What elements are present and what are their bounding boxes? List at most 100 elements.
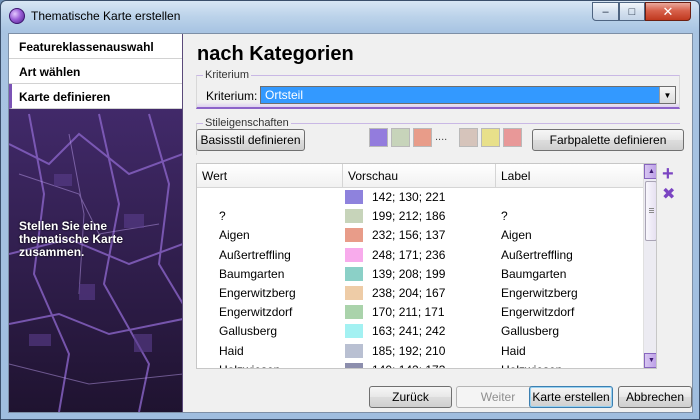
chevron-down-icon: ▼ [648,357,655,364]
cell-label: Haid [501,343,526,358]
table-row[interactable]: Engerwitzdorf 170; 211; 171 Engerwitzdorf [197,303,643,322]
color-preview-swatch[interactable] [345,209,363,224]
grip-line [649,210,654,211]
wizard-content: nach Kategorien Kriterium Kriterium: Ort… [184,34,692,412]
cell-wert: Aigen [219,228,250,243]
scroll-thumb[interactable] [645,181,656,241]
cell-wert: Engerwitzberg [219,285,296,300]
cell-vorschau-rgb: 199; 212; 186 [372,209,446,224]
cancel-button[interactable]: Abbrechen [618,386,692,408]
maximize-button[interactable]: □ [619,2,645,21]
kriterium-legend: Kriterium [203,69,252,81]
step-description: Stellen Sie eine thematische Karte zusam… [19,219,124,259]
table-row[interactable]: Engerwitzberg 238; 204; 167 Engerwitzberg [197,284,643,303]
step-art-waehlen[interactable]: Art wählen [9,59,182,84]
column-header-label[interactable]: Label [496,164,643,188]
cell-vorschau-rgb: 185; 192; 210 [372,343,446,358]
table-row[interactable]: Gallusberg 163; 241; 242 Gallusberg [197,322,643,341]
close-icon: ✕ [662,3,674,19]
color-preview-swatch[interactable] [345,228,363,243]
table-row[interactable]: ? 199; 212; 186? [197,207,643,226]
color-preview-swatch[interactable] [345,324,363,339]
cell-label: Engerwitzberg [501,285,578,300]
stileigenschaften-legend: Stileigenschaften [203,117,291,129]
color-preview-swatch[interactable] [345,343,363,358]
chevron-down-icon[interactable]: ▼ [659,87,675,103]
cell-wert: Haid [219,343,244,358]
dialog-client: Featureklassenauswahl Art wählen Karte d… [8,33,693,413]
cell-wert: Baumgarten [219,266,285,281]
step-karte-definieren[interactable]: Karte definieren [9,84,182,109]
palette-swatch [503,128,522,147]
minimize-button[interactable]: – [592,2,619,21]
kriterium-dropdown[interactable]: Ortsteil ▼ [260,86,676,104]
table-row[interactable]: Aigen 232; 156; 137 Aigen [197,226,643,245]
cell-vorschau-rgb: 238; 204; 167 [372,285,446,300]
cell-label: Aigen [501,228,532,243]
cell-wert: Gallusberg [219,324,278,339]
minimize-icon: – [602,5,609,18]
table-row[interactable]: Holzwiesen 140; 142; 173 Holzwiesen [197,361,643,368]
palette-swatch [459,128,478,147]
column-header-wert[interactable]: Wert [197,164,343,188]
category-table: Wert Vorschau Label 142; 130; 221? 199; 2… [196,163,657,369]
cell-label: Engerwitzdorf [501,305,575,320]
color-preview-swatch[interactable] [345,190,363,204]
kriterium-label: Kriterium: [206,89,258,103]
cell-vorschau-rgb: 163; 241; 242 [372,324,446,339]
cell-vorschau-rgb: 170; 211; 171 [372,305,445,320]
scroll-up-button[interactable]: ▲ [644,164,656,179]
cell-wert: Engerwitzdorf [219,305,293,320]
step-label: Featureklassenauswahl [19,40,154,54]
page-title: nach Kategorien [197,43,354,65]
basisstil-button[interactable]: Basisstil definieren [196,129,305,151]
color-preview-swatch[interactable] [345,247,363,262]
title-bar[interactable]: Thematische Karte erstellen – □ ✕ [1,1,699,31]
cell-vorschau-rgb: 232; 156; 137 [372,228,446,243]
farbpalette-button[interactable]: Farbpalette definieren [532,129,684,151]
window-title: Thematische Karte erstellen [31,9,181,23]
vertical-scrollbar[interactable]: ▲ ▼ [643,164,656,368]
chevron-up-icon: ▲ [648,168,655,175]
remove-icon[interactable]: ✖ [662,186,675,204]
color-preview-swatch[interactable] [345,362,363,368]
kriterium-selected-value: Ortsteil [265,88,304,102]
table-row[interactable]: 142; 130; 221 [197,188,643,207]
cell-vorschau-rgb: 248; 171; 236 [372,247,446,262]
table-body: 142; 130; 221? 199; 212; 186? Aigen 232; 15… [197,188,643,368]
grip-line [649,208,654,209]
create-map-button[interactable]: Karte erstellen [529,386,613,408]
palette-swatch [391,128,410,147]
column-header-vorschau[interactable]: Vorschau [343,164,496,188]
grip-line [649,212,654,213]
dialog-window: Thematische Karte erstellen – □ ✕ Featur… [0,0,700,420]
color-preview-swatch[interactable] [345,266,363,281]
step-label: Karte definieren [19,90,111,104]
wizard-sidebar: Featureklassenauswahl Art wählen Karte d… [9,34,183,412]
table-row[interactable]: Außertreffling 248; 171; 236 Außertrefflin… [197,246,643,265]
add-icon[interactable]: + [662,164,674,184]
kriterium-group: Kriterium Kriterium: Ortsteil ▼ [196,69,680,109]
cell-wert: Außertreffling [219,247,291,262]
cell-vorschau-rgb: 140; 142; 173 [372,363,445,368]
table-row[interactable]: Haid 185; 192; 210 Haid [197,342,643,361]
color-preview-swatch[interactable] [345,305,363,320]
step-featureklassenauswahl[interactable]: Featureklassenauswahl [9,34,182,59]
palette-swatch [413,128,432,147]
scroll-down-button[interactable]: ▼ [644,353,656,368]
app-icon [9,8,25,24]
cell-wert: ? [219,209,226,224]
cell-label: Außertreffling [501,247,573,262]
next-button[interactable]: Weiter [456,386,540,408]
cell-vorschau-rgb: 139; 208; 199 [372,266,446,281]
back-button[interactable]: Zurück [369,386,452,408]
table-row[interactable]: Baumgarten 139; 208; 199 Baumgarten [197,265,643,284]
cell-wert: Holzwiesen [219,363,280,368]
palette-swatch [481,128,500,147]
cell-label: Holzwiesen [501,363,562,368]
close-button[interactable]: ✕ [645,2,691,21]
cell-vorschau-rgb: 142; 130; 221 [372,190,446,204]
wizard-steps: Featureklassenauswahl Art wählen Karte d… [9,34,182,109]
color-preview-swatch[interactable] [345,285,363,300]
cell-label: Baumgarten [501,266,567,281]
